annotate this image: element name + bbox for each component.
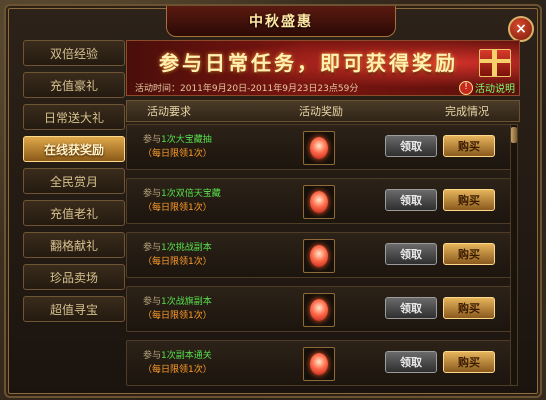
- event-info-label: 活动说明: [475, 84, 515, 95]
- task-row: 参与1次大宝藏抽 （每日限领1次） 领取 购买: [126, 124, 512, 170]
- task-list: 参与1次大宝藏抽 （每日限领1次） 领取 购买 参与1次双倍天宝藏 （每日限领1…: [126, 124, 512, 386]
- task-row: 参与1次挑战副本 （每日限领1次） 领取 购买: [126, 232, 512, 278]
- column-header-status: 完成情况: [445, 105, 489, 118]
- sidebar: 双倍经验 充值豪礼 日常送大礼 在线获奖励 全民赏月 充值老礼 翻格献礼 珍品卖…: [23, 40, 125, 362]
- task-limit: （每日限领1次）: [143, 257, 212, 267]
- task-name: 1次副本通关: [161, 351, 212, 361]
- task-description: 参与1次副本通关 （每日限领1次）: [143, 349, 212, 377]
- list-scrollbar[interactable]: [510, 124, 518, 386]
- task-prefix: 参与: [143, 243, 162, 253]
- task-prefix: 参与: [143, 351, 162, 361]
- task-row: 参与1次副本通关 （每日限领1次） 领取 购买: [126, 340, 512, 386]
- task-description: 参与1次战旗副本 （每日限领1次）: [143, 295, 212, 323]
- claim-button[interactable]: 领取: [385, 351, 437, 373]
- event-time: 活动时间：2011年9月20日-2011年9月23日23点59分: [135, 84, 359, 94]
- task-limit: （每日限领1次）: [143, 311, 212, 321]
- column-header-reward: 活动奖励: [299, 105, 343, 118]
- info-icon: !: [459, 80, 473, 95]
- sidebar-item-double-exp[interactable]: 双倍经验: [23, 40, 125, 66]
- task-prefix: 参与: [143, 189, 162, 199]
- event-banner: 参与日常任务，即可获得奖励 活动时间：2011年9月20日-2011年9月23日…: [126, 40, 520, 96]
- task-description: 参与1次双倍天宝藏 （每日限领1次）: [143, 187, 221, 215]
- sidebar-item-daily-gift[interactable]: 日常送大礼: [23, 104, 125, 130]
- task-name: 1次挑战副本: [161, 243, 212, 253]
- window-title: 中秋盛惠: [166, 6, 396, 37]
- event-info-link[interactable]: ! 活动说明: [459, 80, 515, 95]
- task-limit: （每日限领1次）: [143, 149, 212, 159]
- lantern-icon: [310, 191, 328, 213]
- task-row: 参与1次战旗副本 （每日限领1次） 领取 购买: [126, 286, 512, 332]
- buy-button[interactable]: 购买: [443, 351, 495, 373]
- close-button[interactable]: ×: [508, 16, 534, 42]
- reward-item-slot[interactable]: [303, 131, 335, 165]
- claim-button[interactable]: 领取: [385, 243, 437, 265]
- lantern-icon: [310, 299, 328, 321]
- reward-item-slot[interactable]: [303, 347, 335, 381]
- task-row: 参与1次双倍天宝藏 （每日限领1次） 领取 购买: [126, 178, 512, 224]
- banner-title: 参与日常任务，即可获得奖励: [159, 51, 458, 75]
- reward-item-slot[interactable]: [303, 239, 335, 273]
- task-description: 参与1次挑战副本 （每日限领1次）: [143, 241, 212, 269]
- buy-button[interactable]: 购买: [443, 243, 495, 265]
- sidebar-item-recharge-old-gift[interactable]: 充值老礼: [23, 200, 125, 226]
- scrollbar-thumb[interactable]: [511, 127, 517, 143]
- task-prefix: 参与: [143, 297, 162, 307]
- lantern-icon: [310, 245, 328, 267]
- buy-button[interactable]: 购买: [443, 297, 495, 319]
- task-limit: （每日限领1次）: [143, 203, 212, 213]
- sidebar-item-moon-festival[interactable]: 全民赏月: [23, 168, 125, 194]
- gift-box-icon: [479, 49, 511, 77]
- reward-item-slot[interactable]: [303, 185, 335, 219]
- sidebar-item-recharge-gift[interactable]: 充值豪礼: [23, 72, 125, 98]
- sidebar-item-treasure-shop[interactable]: 珍品卖场: [23, 264, 125, 290]
- task-name: 1次大宝藏抽: [161, 135, 212, 145]
- task-description: 参与1次大宝藏抽 （每日限领1次）: [143, 133, 212, 161]
- claim-button[interactable]: 领取: [385, 189, 437, 211]
- sidebar-item-online-reward[interactable]: 在线获奖励: [23, 136, 125, 162]
- reward-item-slot[interactable]: [303, 293, 335, 327]
- column-header-requirement: 活动要求: [147, 105, 191, 118]
- task-name: 1次双倍天宝藏: [161, 189, 221, 199]
- lantern-icon: [310, 353, 328, 375]
- table-header: 活动要求 活动奖励 完成情况: [126, 100, 520, 122]
- claim-button[interactable]: 领取: [385, 297, 437, 319]
- buy-button[interactable]: 购买: [443, 189, 495, 211]
- claim-button[interactable]: 领取: [385, 135, 437, 157]
- task-prefix: 参与: [143, 135, 162, 145]
- sidebar-item-flip-gift[interactable]: 翻格献礼: [23, 232, 125, 258]
- task-name: 1次战旗副本: [161, 297, 212, 307]
- sidebar-item-treasure-hunt[interactable]: 超值寻宝: [23, 296, 125, 322]
- lantern-icon: [310, 137, 328, 159]
- task-limit: （每日限领1次）: [143, 365, 212, 375]
- buy-button[interactable]: 购买: [443, 135, 495, 157]
